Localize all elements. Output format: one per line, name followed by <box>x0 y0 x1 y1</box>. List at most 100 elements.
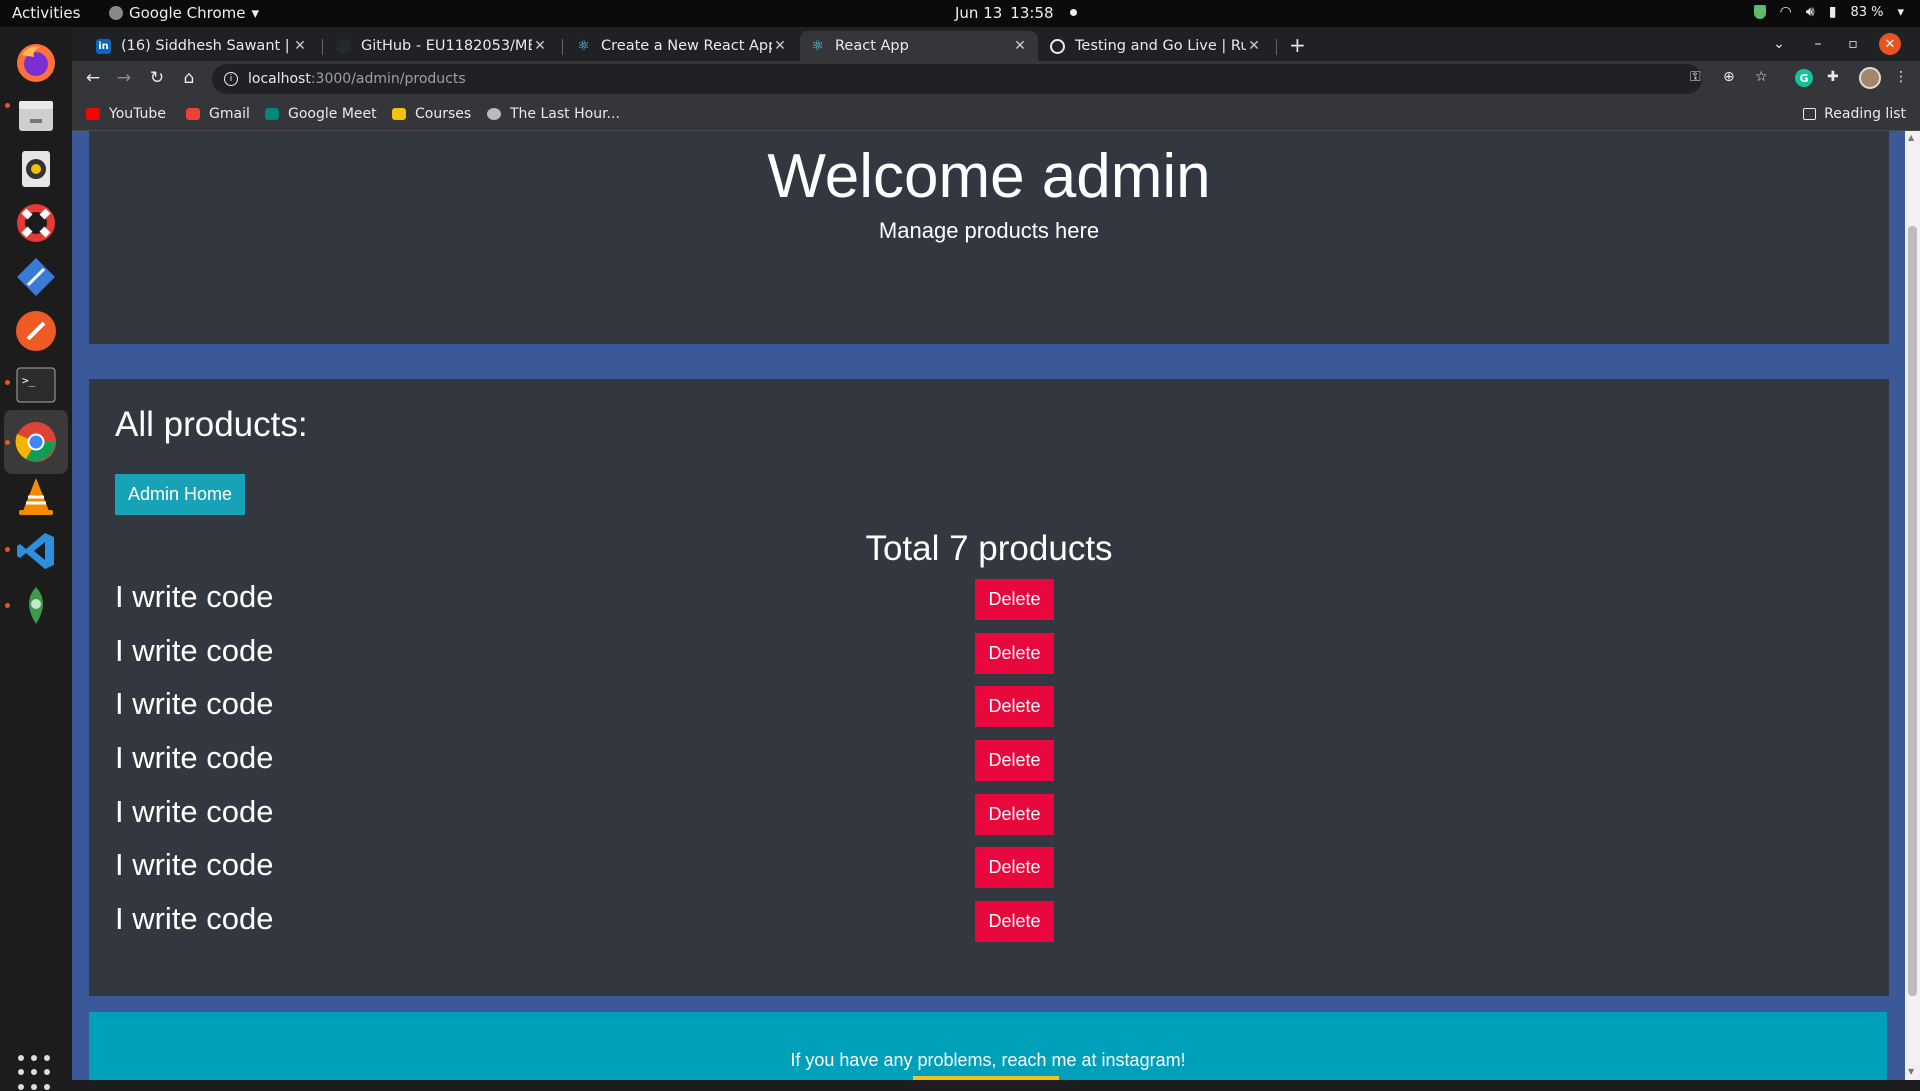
new-tab-button[interactable]: + <box>1289 33 1306 57</box>
notification-dot-icon <box>1069 9 1077 16</box>
react-icon: ⚛ <box>811 38 824 54</box>
address-bar[interactable]: i localhost:3000/admin/products <box>212 64 1702 94</box>
tab-linkedin[interactable]: in (16) Siddhesh Sawant | Lin ✕ <box>86 31 318 61</box>
product-row: I write code Delete <box>115 792 1865 836</box>
tab-title: Create a New React App – <box>601 38 772 54</box>
close-icon[interactable]: ✕ <box>292 38 308 54</box>
globe-icon <box>487 108 501 120</box>
url-host: localhost <box>248 71 311 87</box>
home-icon[interactable]: ⌂ <box>178 68 200 88</box>
react-icon: ⚛ <box>577 38 590 54</box>
android-studio-icon[interactable] <box>12 253 60 301</box>
products-heading: All products: <box>115 405 308 444</box>
help-icon[interactable] <box>12 199 60 247</box>
delete-button[interactable]: Delete <box>975 633 1054 674</box>
date-label: Jun 13 <box>955 4 1003 22</box>
admin-home-button[interactable]: Admin Home <box>115 474 245 515</box>
product-row: I write code Delete <box>115 631 1865 675</box>
product-name: I write code <box>115 901 274 936</box>
close-icon[interactable]: ✕ <box>1246 38 1262 54</box>
scrollbar-thumb[interactable] <box>1908 226 1917 996</box>
files-icon[interactable] <box>12 91 60 139</box>
maximize-icon[interactable]: ▫ <box>1842 33 1864 55</box>
avatar[interactable] <box>1859 67 1881 89</box>
courses-icon <box>392 108 406 120</box>
close-icon[interactable]: ✕ <box>772 38 788 54</box>
clock[interactable]: Jun 13 13:58 <box>955 4 1077 22</box>
close-icon[interactable]: ✕ <box>1012 38 1028 54</box>
minimize-icon[interactable]: – <box>1807 33 1829 55</box>
delete-button[interactable]: Delete <box>975 686 1054 727</box>
back-icon[interactable]: ← <box>82 68 104 88</box>
postman-icon[interactable] <box>12 307 60 355</box>
more-menu-icon[interactable]: ⋮ <box>1894 69 1908 85</box>
tab-search-icon[interactable]: ⌄ <box>1768 33 1790 55</box>
firefox-icon[interactable] <box>12 39 60 87</box>
instagram-button[interactable] <box>913 1076 1059 1080</box>
tab-react-app[interactable]: ⚛ React App ✕ <box>800 31 1038 61</box>
bookmark-the-last-hour[interactable]: The Last Hour... <box>487 106 620 122</box>
app-menu[interactable]: Google Chrome ▾ <box>109 4 259 22</box>
delete-button[interactable]: Delete <box>975 847 1054 888</box>
grammarly-icon[interactable]: G <box>1795 69 1813 87</box>
tab-title: React App <box>835 38 909 54</box>
chrome-small-icon <box>109 6 123 20</box>
vscode-icon[interactable] <box>12 527 60 575</box>
product-row: I write code Delete <box>115 738 1865 782</box>
forward-icon[interactable]: → <box>113 68 135 88</box>
battery-label: 83 % <box>1850 4 1884 20</box>
bookmark-gmail[interactable]: Gmail <box>186 106 250 122</box>
bookmark-label: YouTube <box>109 106 166 122</box>
delete-button[interactable]: Delete <box>975 740 1054 781</box>
vlc-icon[interactable] <box>12 473 60 521</box>
rhythmbox-icon[interactable] <box>12 145 60 193</box>
tab-create-react-app[interactable]: ⚛ Create a New React App – ✕ <box>566 31 798 61</box>
product-name: I write code <box>115 686 274 721</box>
page-scrollbar[interactable]: ▲ ▼ <box>1905 131 1920 1080</box>
reading-list-label: Reading list <box>1824 106 1906 122</box>
product-name: I write code <box>115 847 274 882</box>
tab-strip: in (16) Siddhesh Sawant | Lin ✕ GitHub -… <box>72 27 1920 61</box>
close-window-icon[interactable]: ✕ <box>1879 33 1901 55</box>
delete-button[interactable]: Delete <box>975 794 1054 835</box>
delete-button[interactable]: Delete <box>975 901 1054 942</box>
browser-toolbar: ← → ↻ ⌂ i localhost:3000/admin/products … <box>72 61 1920 97</box>
bookmarks-bar: YouTube Gmail Google Meet Courses The La… <box>72 97 1920 131</box>
svg-text:>_: >_ <box>22 374 36 387</box>
scroll-down-icon[interactable]: ▼ <box>1908 1067 1914 1076</box>
delete-button[interactable]: Delete <box>975 579 1054 620</box>
product-row: I write code Delete <box>115 577 1865 621</box>
bookmark-courses[interactable]: Courses <box>392 106 471 122</box>
reload-icon[interactable]: ↻ <box>146 68 168 88</box>
chrome-icon[interactable] <box>12 418 60 466</box>
product-row: I write code Delete <box>115 845 1865 889</box>
tab-ruby-guide[interactable]: Testing and Go Live | Ruby ✕ <box>1040 31 1272 61</box>
app-menu-label: Google Chrome <box>129 4 246 22</box>
running-indicator <box>5 603 10 608</box>
terminal-icon[interactable]: >_ <box>12 361 60 409</box>
page-viewport: Welcome admin Manage products here All p… <box>72 131 1920 1080</box>
bookmark-google-meet[interactable]: Google Meet <box>265 106 377 122</box>
activities-button[interactable]: Activities <box>12 4 80 22</box>
page-title: Welcome admin <box>767 142 1211 211</box>
site-info-icon[interactable]: i <box>224 72 238 86</box>
tab-separator <box>562 39 563 55</box>
tab-github[interactable]: GitHub - EU1182053/MERI ✕ <box>326 31 558 61</box>
star-icon[interactable]: ☆ <box>1755 69 1768 85</box>
key-icon[interactable]: ⚿ <box>1690 69 1701 85</box>
show-applications-icon[interactable] <box>18 1055 54 1091</box>
battery-icon: ▮ <box>1828 4 1837 20</box>
shield-icon <box>1753 5 1766 19</box>
extensions-icon[interactable]: ✚ <box>1827 69 1839 85</box>
system-tray[interactable]: ◠ 🔊︎ ▮ 83 % ▾ <box>1753 4 1904 20</box>
github-icon <box>336 38 351 54</box>
zoom-icon[interactable]: ⊕ <box>1723 69 1735 85</box>
scroll-up-icon[interactable]: ▲ <box>1908 133 1914 142</box>
robo3t-icon[interactable] <box>12 582 60 630</box>
bookmark-youtube[interactable]: YouTube <box>86 106 166 122</box>
product-name: I write code <box>115 794 274 829</box>
close-icon[interactable]: ✕ <box>532 38 548 54</box>
reading-list-button[interactable]: Reading list <box>1803 106 1906 122</box>
running-indicator <box>5 547 10 552</box>
hero-section: Welcome admin Manage products here <box>89 131 1889 344</box>
